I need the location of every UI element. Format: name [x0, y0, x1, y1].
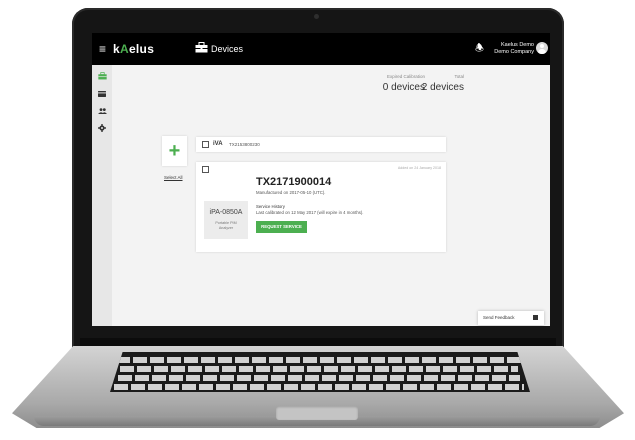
- sidebar-item-devices[interactable]: [92, 68, 112, 84]
- top-bar: ≡ kAelus Devices 🕭 Kaelus Demo Demo Comp…: [92, 33, 550, 65]
- device-model-name: iPA-0850A: [209, 209, 243, 216]
- user-name[interactable]: Kaelus Demo Demo Company: [486, 42, 534, 55]
- sidebar-item-users[interactable]: [92, 103, 112, 119]
- device-row-iva[interactable]: iVA TX2153800230: [196, 137, 446, 152]
- request-service-button[interactable]: REQUEST SERVICE: [256, 221, 307, 233]
- card-icon: [98, 91, 106, 97]
- page-title: Devices: [211, 44, 244, 54]
- add-device-button[interactable]: +: [162, 136, 187, 166]
- expired-calibration-label: Expired Calibration: [386, 74, 425, 79]
- send-feedback-label: Send Feedback: [483, 315, 515, 320]
- bell-icon[interactable]: 🕭: [475, 41, 484, 58]
- flag-icon: [533, 315, 538, 320]
- device-checkbox[interactable]: [202, 141, 209, 148]
- main-content: Expired Calibration 0 devices Total 2 de…: [112, 65, 550, 326]
- app-logo[interactable]: kAelus: [113, 42, 154, 56]
- sidebar: [92, 65, 112, 326]
- total-value: 2 devices: [421, 82, 464, 93]
- app-screen: ≡ kAelus Devices 🕭 Kaelus Demo Demo Comp…: [92, 33, 550, 326]
- service-history-detail: Last calibrated on 12 May 2017 (will exp…: [256, 210, 364, 215]
- sidebar-item-billing[interactable]: [92, 86, 112, 102]
- device-model-box: iPA-0850A Portable PIM Analyzer: [204, 201, 248, 239]
- toolbox-icon: [97, 72, 107, 80]
- menu-icon[interactable]: ≡: [99, 42, 106, 56]
- laptop-keyboard: [110, 352, 530, 392]
- laptop-trackpad: [276, 406, 358, 420]
- users-icon: [97, 108, 107, 114]
- laptop-camera: [314, 14, 319, 19]
- toolbox-icon: [195, 42, 208, 53]
- device-name: iVA: [213, 141, 223, 147]
- manufactured-date: Manufactured on 2017-05-10 (UTC).: [256, 190, 326, 195]
- sidebar-item-settings[interactable]: [92, 120, 112, 136]
- device-serial: TX2171900014: [256, 176, 332, 188]
- device-model-description: Portable PIM Analyzer: [215, 221, 237, 230]
- total-label: Total: [454, 74, 464, 79]
- device-checkbox[interactable]: [202, 166, 209, 173]
- added-on-date: Added on 24 January 2018: [397, 166, 441, 170]
- device-card: Added on 24 January 2018 TX2171900014 Ma…: [196, 162, 446, 252]
- send-feedback-button[interactable]: Send Feedback: [478, 311, 544, 325]
- avatar[interactable]: [536, 42, 548, 54]
- device-serial: TX2153800230: [229, 142, 260, 147]
- service-history-title: Service History: [256, 204, 285, 209]
- select-all-link[interactable]: Select All: [164, 175, 183, 180]
- gear-icon: [98, 124, 106, 132]
